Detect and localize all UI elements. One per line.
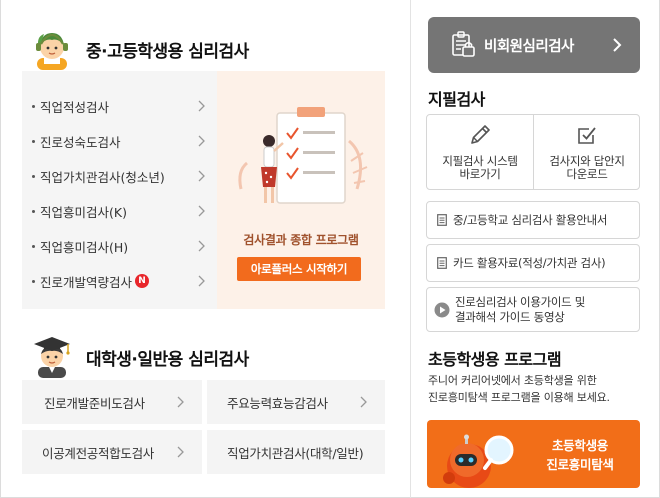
document-icon [437, 257, 447, 269]
paper-download-label: 검사지와 답안지 다운로드 [534, 155, 640, 181]
chevron-right-icon [177, 446, 184, 458]
chevron-right-icon [198, 275, 205, 287]
chevron-right-icon [360, 396, 367, 408]
chevron-right-icon [198, 205, 205, 217]
chevron-right-icon [198, 170, 205, 182]
link-label: 카드 활용자료(적성/가치관 검사) [453, 256, 606, 270]
pencil-icon [471, 125, 490, 144]
test-label: 직업가치관검사(청소년) [40, 169, 165, 185]
test-label: 직업적성검사 [40, 99, 110, 115]
test-label: 직업가치관검사(대학/일반) [227, 445, 364, 461]
test-label: 주요능력효능감검사 [227, 395, 328, 411]
test-label: 이공계전공적합도검사 [42, 445, 155, 461]
test-label: 진로개발역량검사 [40, 274, 133, 290]
middle-high-test-list: 직업적성검사 진로성숙도검사 직업가치관검사(청소년) 직업흥미검사(K) 직업… [22, 71, 217, 309]
test-item-stem-major-fit[interactable]: 이공계전공적합도검사 [22, 430, 202, 474]
promo-caption: 검사결과 종합 프로그램 [243, 233, 359, 247]
desc-line1: 주니어 커리어넷에서 초등학생을 위한 [428, 374, 597, 387]
test-item-interest-k[interactable]: 직업흥미검사(K) [22, 196, 217, 226]
desc-line2: 진로흥미탐색 프로그램을 이용해 보세요. [428, 391, 610, 404]
elementary-banner-text: 초등학생용 진로흥미탐색 [525, 436, 635, 474]
label-line1: 검사지와 답안지 [549, 154, 625, 168]
bullet-icon [32, 209, 35, 213]
bullet-icon [32, 104, 35, 108]
paper-system-link[interactable]: 지필검사 시스템 바로가기 [427, 115, 533, 189]
elementary-interest-banner[interactable]: 초등학생용 진로흥미탐색 [427, 420, 640, 488]
student-avatar-icon [30, 28, 74, 70]
test-item-interest-h[interactable]: 직업흥미검사(H) [22, 231, 217, 261]
label-line1: 지필검사 시스템 [442, 154, 518, 168]
nonmember-test-button[interactable]: 비회원심리검사 [428, 17, 640, 73]
column-divider [410, 0, 411, 498]
document-icon [437, 214, 447, 226]
chevron-right-icon [613, 38, 622, 52]
test-label: 직업흥미검사(H) [40, 239, 129, 255]
nonmember-label: 비회원심리검사 [484, 38, 574, 55]
bullet-icon [32, 279, 35, 283]
middle-high-header: 중·고등학생용 심리검사 [30, 28, 249, 70]
chevron-right-icon [198, 240, 205, 252]
clipboard-illustration-icon [238, 107, 368, 204]
robot-magnifier-icon [443, 434, 514, 488]
college-title: 대학생·일반용 심리검사 [86, 349, 249, 370]
new-badge: N [135, 274, 150, 288]
elementary-description: 주니어 커리어넷에서 초등학생을 위한 진로흥미탐색 프로그램을 이용해 보세요… [428, 372, 640, 406]
test-item-values-adult[interactable]: 직업가치관검사(대학/일반) [207, 430, 385, 474]
school-guide-link[interactable]: 중/고등학교 심리검사 활용안내서 [426, 201, 640, 239]
paper-download-link[interactable]: 검사지와 답안지 다운로드 [534, 115, 640, 189]
label-line2: 바로가기 [459, 167, 501, 181]
banner-line2: 진로흥미탐색 [546, 457, 614, 472]
test-item-values-youth[interactable]: 직업가치관검사(청소년) [22, 161, 217, 191]
paper-test-title: 지필검사 [428, 90, 485, 109]
link-label: 진로심리검사 이용가이드 및 결과해석 가이드 동영상 [455, 295, 585, 325]
test-label: 진로성숙도검사 [40, 134, 121, 150]
label-line1: 진로심리검사 이용가이드 및 [455, 294, 586, 309]
bullet-icon [32, 244, 35, 248]
clipboard-lock-icon [452, 31, 475, 57]
label-line2: 다운로드 [566, 167, 608, 181]
chevron-right-icon [177, 396, 184, 408]
card-material-link[interactable]: 카드 활용자료(적성/가치관 검사) [426, 244, 640, 282]
test-item-self-efficacy[interactable]: 주요능력효능감검사 [207, 380, 385, 424]
elementary-title: 초등학생용 프로그램 [428, 350, 562, 369]
test-item-career-readiness[interactable]: 진로개발준비도검사 [22, 380, 202, 424]
chevron-right-icon [198, 135, 205, 147]
checkbox-icon [578, 127, 596, 144]
paper-test-box: 지필검사 시스템 바로가기 검사지와 답안지 다운로드 [426, 114, 640, 190]
chevron-right-icon [198, 100, 205, 112]
test-item-aptitude[interactable]: 직업적성검사 [22, 91, 217, 121]
test-label: 진로개발준비도검사 [44, 395, 145, 411]
play-icon [434, 302, 450, 317]
test-item-maturity[interactable]: 진로성숙도검사 [22, 126, 217, 156]
paper-system-label: 지필검사 시스템 바로가기 [427, 155, 533, 181]
bullet-icon [32, 139, 35, 143]
banner-line1: 초등학생용 [551, 438, 608, 453]
result-program-promo: 검사결과 종합 프로그램 아로플러스 시작하기 [217, 71, 385, 309]
guide-video-link[interactable]: 진로심리검사 이용가이드 및 결과해석 가이드 동영상 [426, 287, 640, 332]
test-label: 직업흥미검사(K) [40, 204, 127, 220]
aroplus-start-button[interactable]: 아로플러스 시작하기 [237, 257, 361, 281]
link-label: 중/고등학교 심리검사 활용안내서 [453, 213, 608, 227]
college-header: 대학생·일반용 심리검사 [30, 336, 249, 378]
middle-high-title: 중·고등학생용 심리검사 [86, 41, 249, 62]
label-line2: 결과해석 가이드 동영상 [455, 309, 565, 324]
graduate-avatar-icon [30, 336, 74, 378]
test-item-career-dev[interactable]: 진로개발역량검사 N [22, 266, 217, 296]
bullet-icon [32, 174, 35, 178]
